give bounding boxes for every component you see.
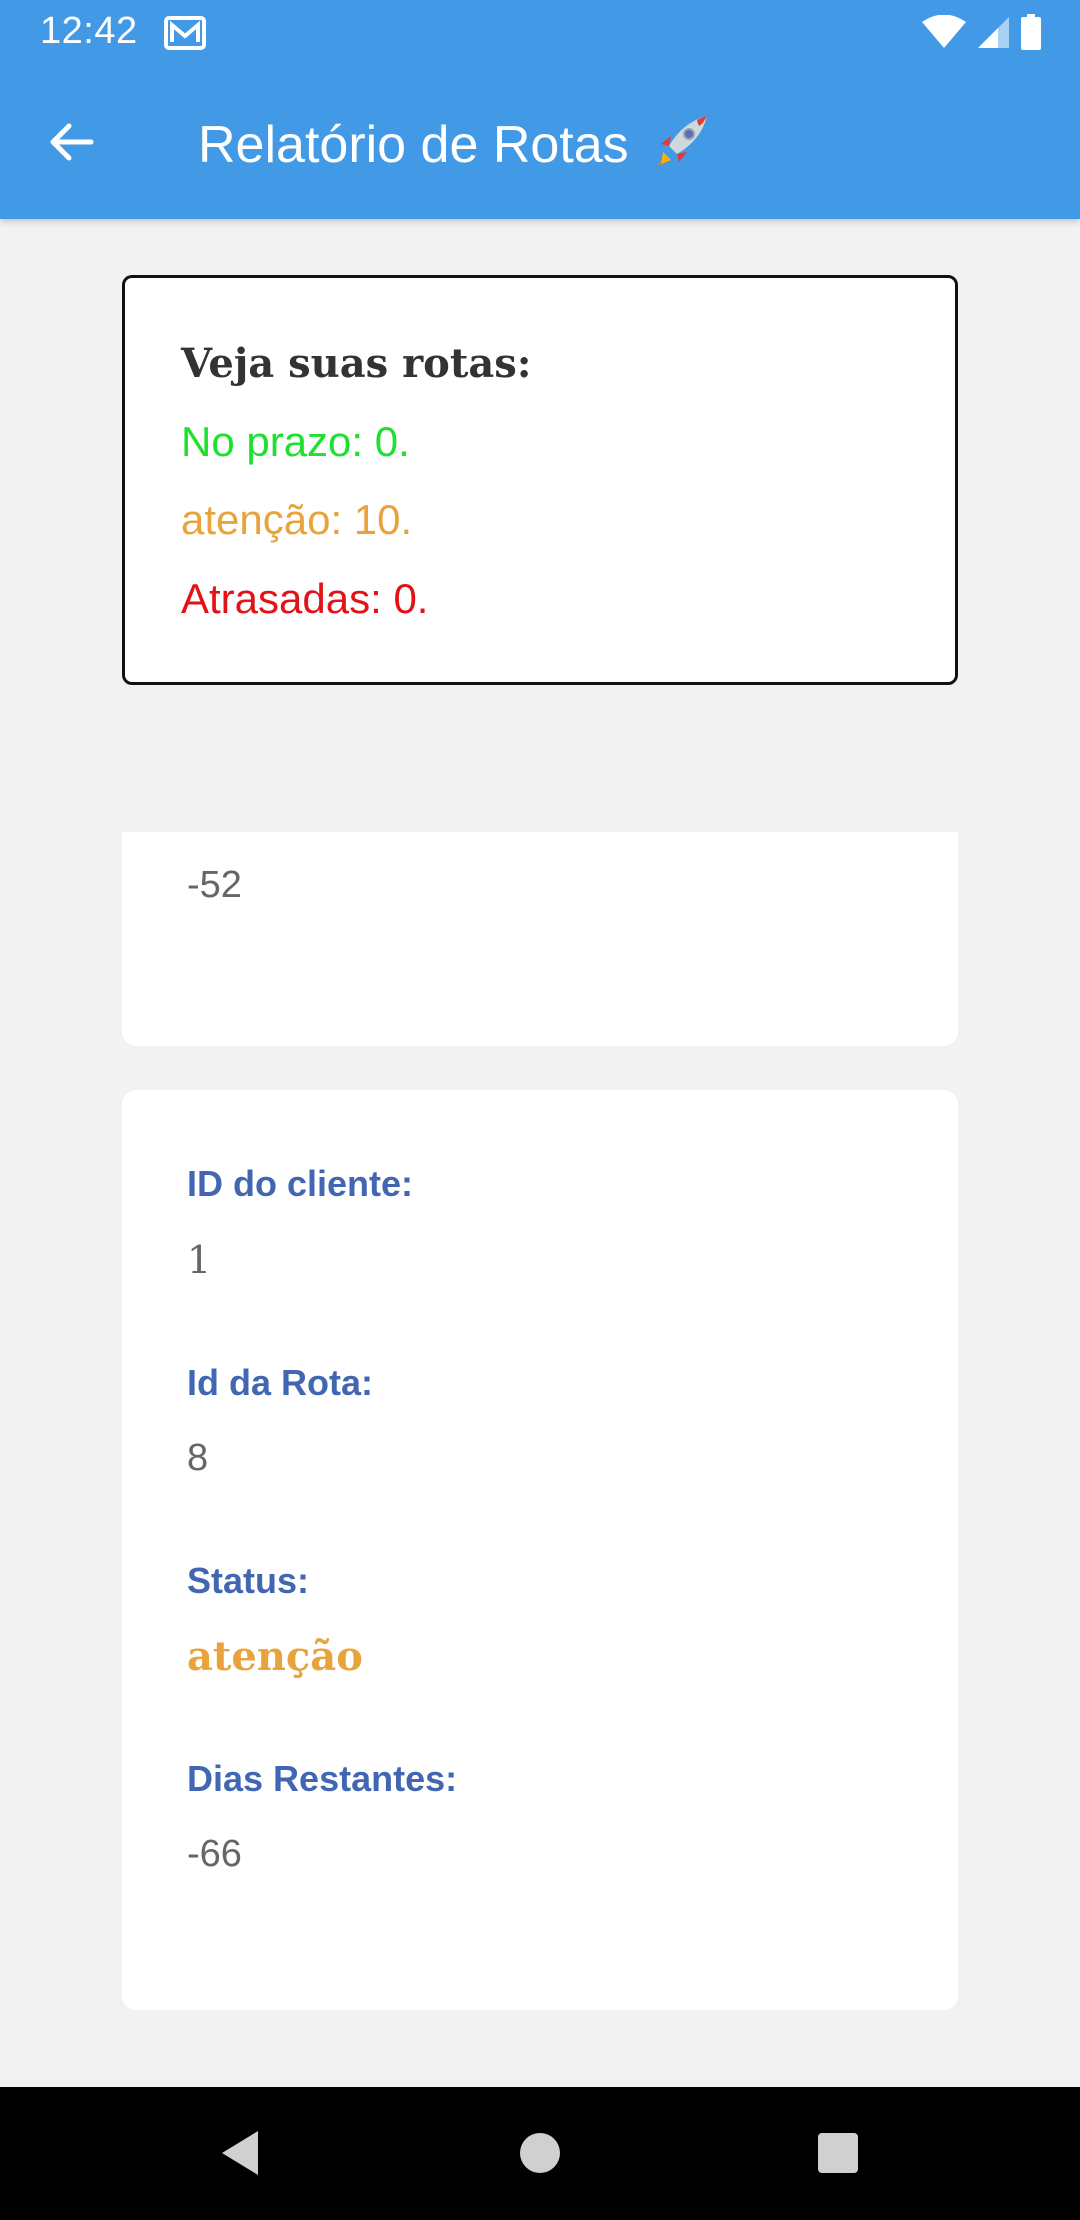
status-label: Status: (187, 1560, 310, 1601)
wifi-icon (922, 15, 966, 48)
page-title-text: Relatório de Rotas (198, 116, 629, 174)
mail-icon (164, 16, 206, 50)
page-title: Relatório de Rotas (198, 112, 711, 175)
back-button[interactable] (36, 114, 106, 170)
home-circle-icon[interactable] (510, 2123, 570, 2183)
status-bar: 12:42 (0, 0, 1080, 66)
days-remaining-value: -52 (187, 864, 242, 906)
recents-square-icon[interactable] (808, 2123, 868, 2183)
attention-count: atenção: 10. (181, 496, 413, 543)
on-time-count: No prazo: 0. (181, 418, 410, 465)
back-triangle-icon[interactable] (210, 2123, 270, 2183)
client-id-value: 1 (187, 1238, 212, 1282)
status-time: 12:42 (40, 10, 138, 52)
rocket-icon (657, 116, 708, 166)
days-remaining-value: -66 (187, 1833, 242, 1875)
status-icons (922, 14, 1042, 50)
summary-card: Veja suas rotas: No prazo: 0. atenção: 1… (122, 275, 958, 685)
client-id-label: ID do cliente: (187, 1163, 414, 1204)
route-card[interactable]: ID do cliente: 1 Id da Rota: 8 Status: a… (122, 1090, 958, 2010)
app-bar: Relatório de Rotas (0, 66, 1080, 219)
status-value: atenção (187, 1633, 363, 1680)
route-card[interactable]: -52 (122, 832, 958, 1046)
navigation-bar (0, 2087, 1080, 2220)
summary-title: Veja suas rotas: (181, 340, 532, 387)
late-count: Atrasadas: 0. (181, 575, 429, 622)
arrow-left-icon (50, 123, 94, 161)
days-remaining-label: Dias Restantes: (187, 1758, 458, 1799)
signal-icon (978, 17, 1009, 48)
route-id-label: Id da Rota: (187, 1362, 373, 1403)
route-id-value: 8 (187, 1437, 209, 1479)
battery-icon (1021, 14, 1041, 50)
top-bar: 12:42 Relatório de Rotas (0, 0, 1080, 219)
